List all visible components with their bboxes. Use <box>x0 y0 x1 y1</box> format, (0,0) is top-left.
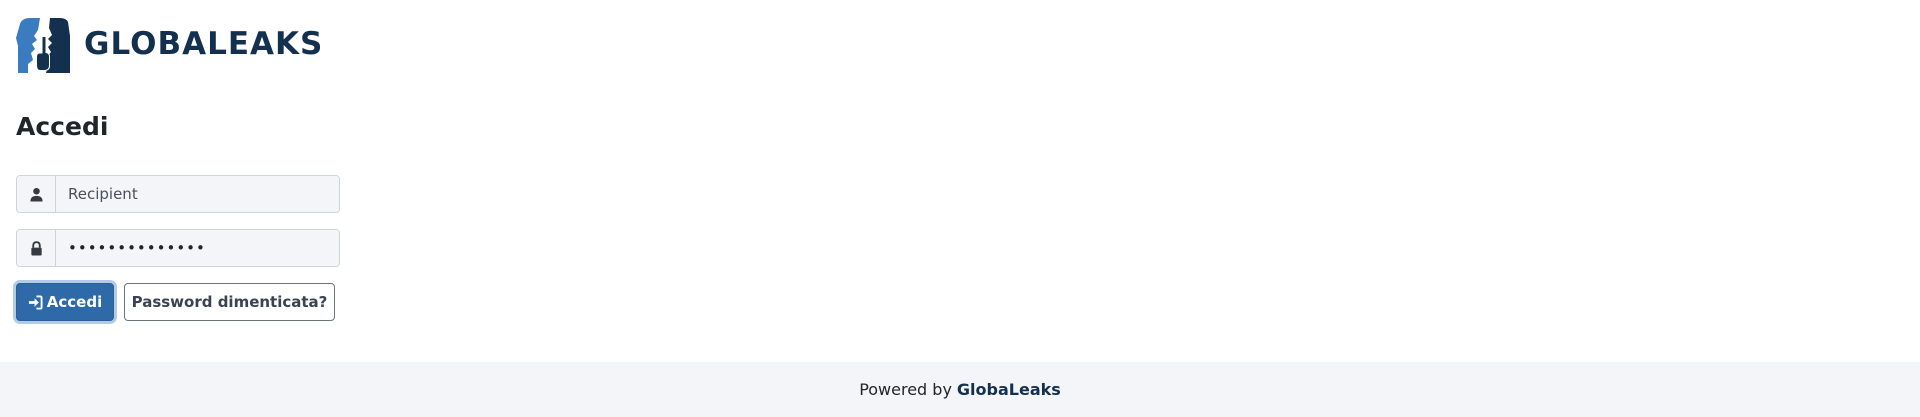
footer-prefix: Powered by <box>859 380 952 399</box>
header: GLOBALEAKS <box>16 16 323 73</box>
footer-brand-link[interactable]: GlobaLeaks <box>957 380 1061 399</box>
password-field-group <box>16 229 340 267</box>
login-button-label: Accedi <box>46 293 103 311</box>
lock-icon <box>17 230 56 266</box>
sign-in-icon <box>28 294 43 310</box>
login-page: GLOBALEAKS Accedi Accedi Password diment… <box>0 0 1920 417</box>
forgot-password-button[interactable]: Password dimenticata? <box>124 283 335 321</box>
user-icon <box>17 176 56 212</box>
username-field-group <box>16 175 340 213</box>
username-input[interactable] <box>56 176 339 212</box>
globaleaks-logo-icon <box>16 18 70 73</box>
page-title: Accedi <box>16 112 109 141</box>
footer: Powered by GlobaLeaks <box>0 362 1920 417</box>
logo-text: GLOBALEAKS <box>84 26 324 62</box>
login-button[interactable]: Accedi <box>16 283 114 321</box>
password-input[interactable] <box>56 230 339 266</box>
